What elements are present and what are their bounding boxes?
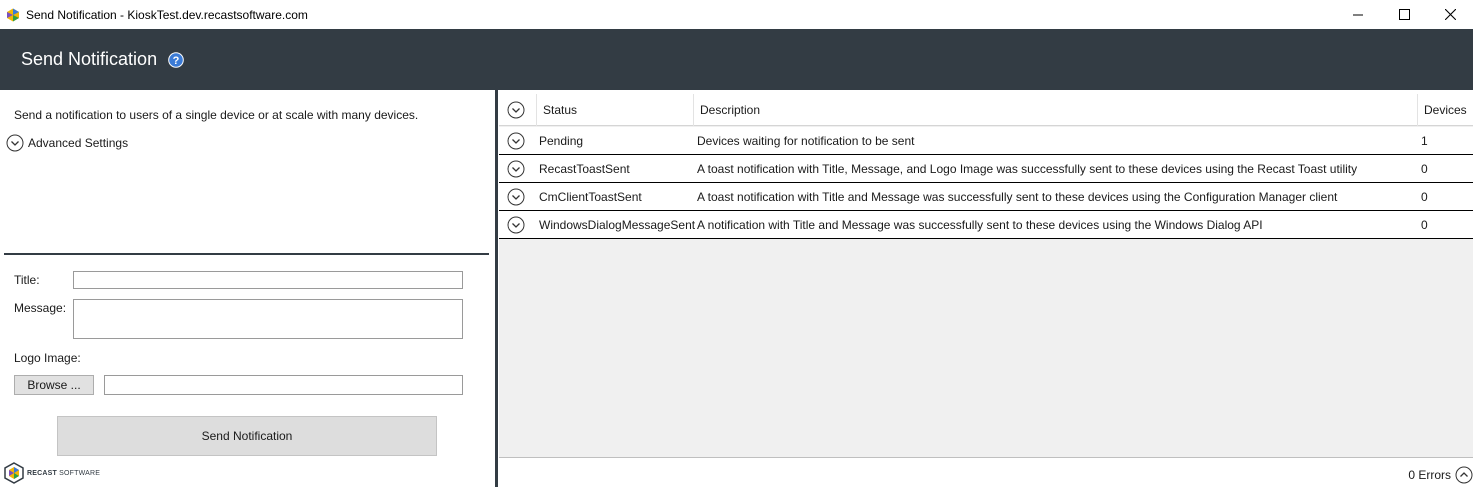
send-notification-button[interactable]: Send Notification	[57, 416, 437, 456]
brand-wordmark: RECAST SOFTWARE	[27, 470, 100, 477]
row-expand-icon[interactable]	[507, 216, 525, 234]
row-description: A toast notification with Title and Mess…	[697, 189, 1338, 204]
recast-logo-icon	[4, 462, 24, 484]
header-banner: Send Notification ?	[0, 29, 1473, 90]
logo-path-input[interactable]	[104, 375, 463, 395]
help-icon[interactable]: ?	[168, 51, 184, 68]
row-status: WindowsDialogMessageSent	[539, 217, 695, 232]
row-devices: 0	[1421, 189, 1428, 204]
row-status: RecastToastSent	[539, 161, 630, 176]
table-row[interactable]: Pending Devices waiting for notification…	[499, 127, 1473, 155]
row-expand-icon[interactable]	[507, 160, 525, 178]
svg-text:?: ?	[173, 55, 180, 67]
message-input[interactable]	[73, 299, 463, 339]
row-devices: 0	[1421, 217, 1428, 232]
minimize-icon	[1353, 14, 1363, 15]
row-devices: 1	[1421, 133, 1428, 148]
browse-button[interactable]: Browse ...	[14, 375, 94, 395]
message-label: Message:	[14, 301, 67, 315]
table-row[interactable]: CmClientToastSent A toast notification w…	[499, 183, 1473, 211]
results-pane: Status Description Devices Pending Devic…	[498, 90, 1473, 487]
close-icon	[1444, 9, 1456, 20]
row-devices: 0	[1421, 161, 1428, 176]
column-header-description[interactable]: Description	[693, 94, 1417, 126]
window-controls	[1335, 0, 1473, 29]
table-row[interactable]: RecastToastSent A toast notification wit…	[499, 155, 1473, 183]
chevron-up-icon[interactable]	[1455, 466, 1473, 484]
status-bar: 0 Errors	[1408, 464, 1473, 486]
logo-image-label: Logo Image:	[14, 351, 81, 365]
advanced-settings-toggle[interactable]: Advanced Settings	[6, 134, 128, 152]
row-status: CmClientToastSent	[539, 189, 642, 204]
app-logo-icon	[7, 8, 19, 21]
maximize-button[interactable]	[1381, 0, 1427, 29]
row-expand-icon[interactable]	[507, 188, 525, 206]
page-title: Send Notification	[21, 49, 158, 69]
advanced-settings-label: Advanced Settings	[28, 136, 129, 150]
table-row[interactable]: WindowsDialogMessageSent A notification …	[499, 211, 1473, 239]
column-header-devices[interactable]: Devices	[1417, 94, 1473, 126]
maximize-icon	[1398, 9, 1410, 20]
row-description: A toast notification with Title, Message…	[697, 161, 1358, 176]
brand-logo: RECAST SOFTWARE	[4, 462, 100, 484]
chevron-down-icon	[6, 134, 24, 152]
notification-form-pane: Send a notification to users of a single…	[0, 90, 495, 487]
row-status: Pending	[539, 133, 584, 148]
form-description: Send a notification to users of a single…	[14, 108, 419, 122]
close-button[interactable]	[1427, 0, 1473, 29]
title-input[interactable]	[73, 271, 463, 289]
brand-suffix: SOFTWARE	[59, 469, 101, 477]
grid-header: Status Description Devices	[499, 94, 1473, 126]
error-count: 0 Errors	[1408, 468, 1451, 482]
title-label: Title:	[14, 273, 40, 287]
column-header-status[interactable]: Status	[536, 94, 693, 126]
results-grid: Status Description Devices Pending Devic…	[499, 94, 1473, 458]
section-divider	[4, 253, 489, 255]
minimize-button[interactable]	[1335, 0, 1381, 29]
expand-all-icon[interactable]	[507, 101, 525, 119]
row-description: A notification with Title and Message wa…	[697, 217, 1263, 232]
row-description: Devices waiting for notification to be s…	[697, 133, 915, 148]
window-title: Send Notification - KioskTest.dev.recast…	[26, 7, 308, 22]
window-title-bar[interactable]: Send Notification - KioskTest.dev.recast…	[0, 0, 1473, 29]
row-expand-icon[interactable]	[507, 132, 525, 150]
brand-name: RECAST	[27, 469, 57, 477]
